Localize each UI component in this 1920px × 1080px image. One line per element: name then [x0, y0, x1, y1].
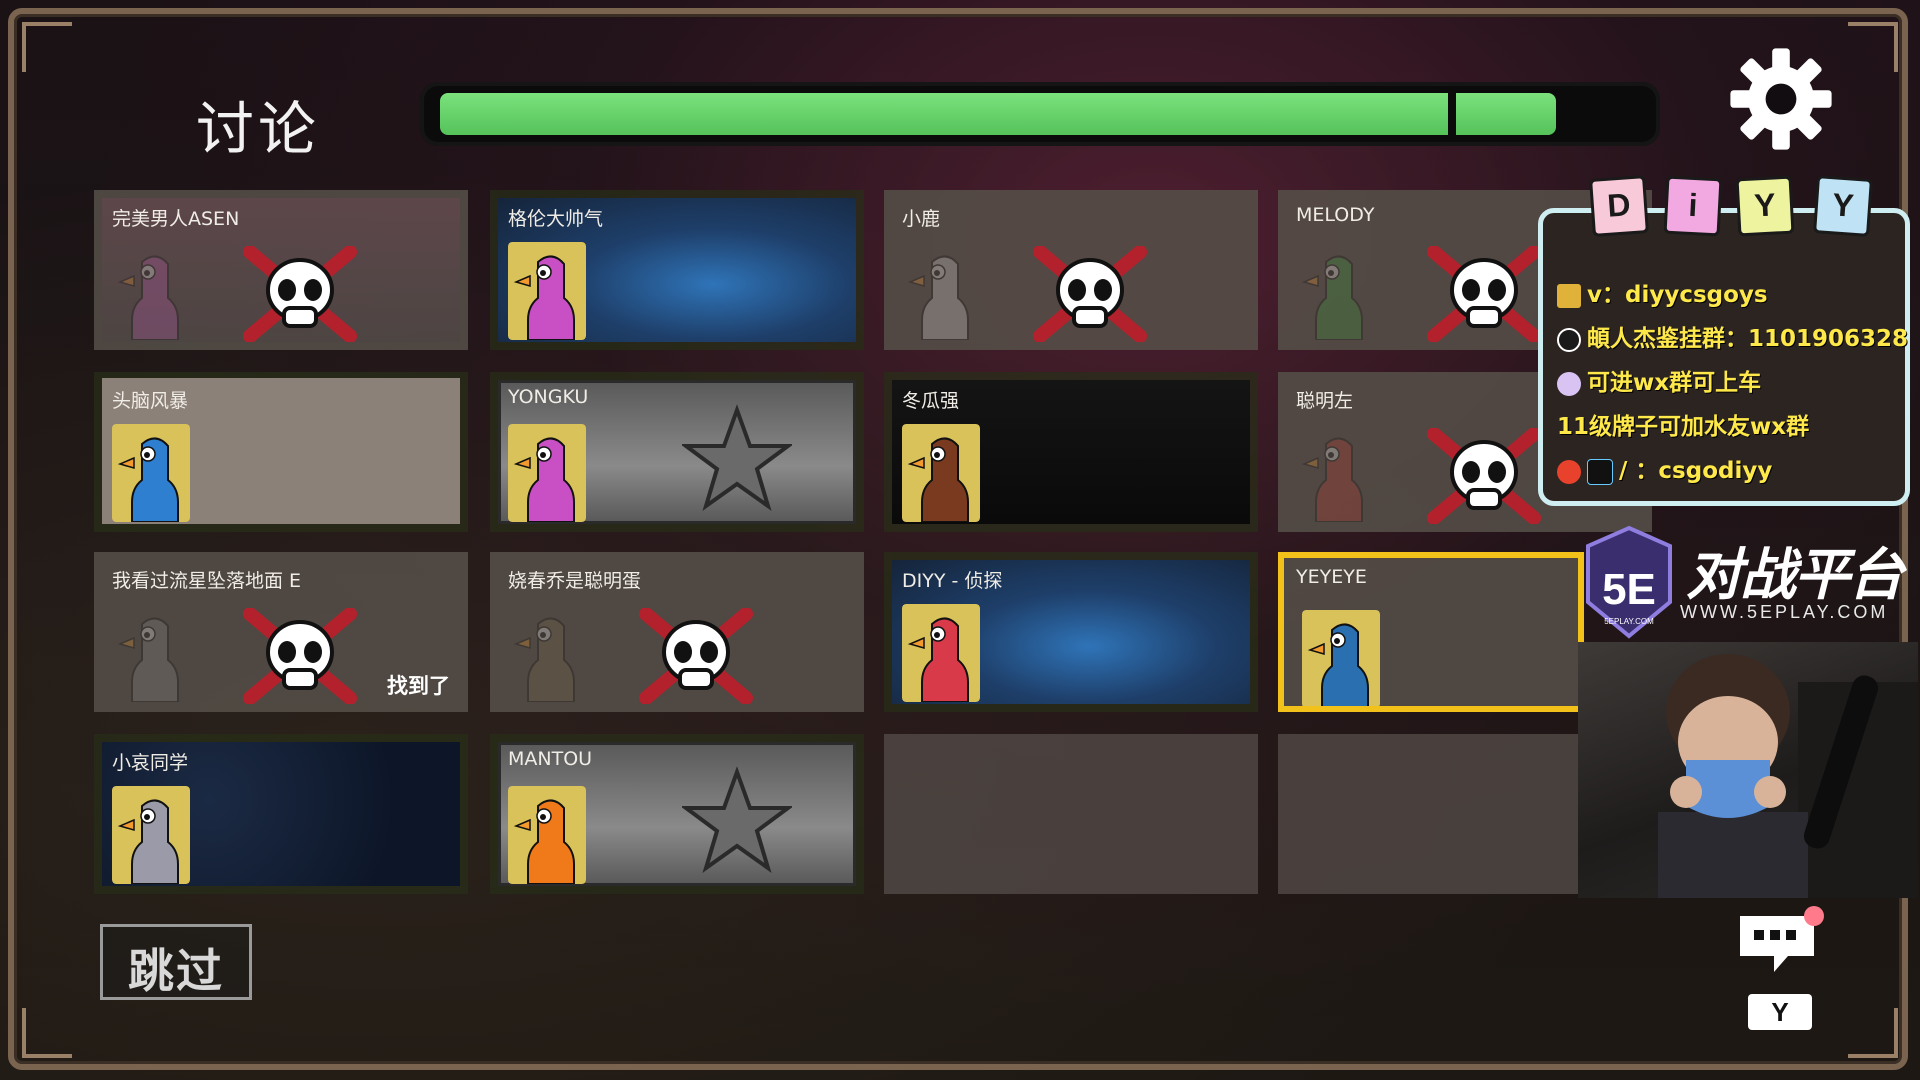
player-name: 格伦大帅气	[508, 208, 604, 230]
level-badge-line: 11级牌子可加水友wx群	[1557, 414, 1810, 440]
player-card[interactable]: 头脑风暴	[94, 372, 468, 532]
player-name: 头脑风暴	[112, 390, 189, 412]
webcam-feed	[1578, 642, 1918, 898]
player-name: 娆春乔是聪明蛋	[508, 570, 642, 592]
wx-group-line: 可进wx群可上车	[1587, 370, 1762, 396]
goose-avatar	[508, 786, 586, 884]
goose-avatar	[902, 604, 980, 702]
player-card[interactable]: MANTOU	[490, 734, 864, 894]
game-screen: { "header": { "title": "讨论", "timer_prog…	[0, 0, 1920, 1080]
vote-star-icon	[682, 766, 792, 873]
logo-5e-subtext: 5EPLAY.COM	[1604, 617, 1654, 626]
overlay-tag: D	[1589, 175, 1649, 237]
dead-skull-icon	[1427, 428, 1541, 524]
5eplay-logo: 5E 5EPLAY.COM	[1586, 525, 1672, 639]
goose-avatar	[112, 424, 190, 522]
player-card-self[interactable]: YEYEYE	[1278, 552, 1584, 712]
player-card[interactable]: YONGKU	[490, 372, 864, 532]
goose-avatar	[508, 242, 586, 340]
player-name: MANTOU	[508, 748, 593, 770]
player-card[interactable]: 小哀同学	[94, 734, 468, 894]
overlay-tag: Y	[1735, 175, 1795, 237]
chat-hotkey-hint: Y	[1748, 994, 1812, 1030]
player-name: YEYEYE	[1296, 566, 1367, 588]
goose-avatar	[1302, 610, 1380, 706]
logo-5e-text: 5E	[1602, 565, 1656, 614]
player-card[interactable]: 格伦大帅气	[490, 190, 864, 350]
player-card[interactable]: 我看过流星坠落地面 E 找到了	[94, 552, 468, 712]
wechat-line: v：diyycsgoys	[1587, 282, 1768, 308]
chat-icon[interactable]	[1734, 906, 1828, 978]
player-name: 小哀同学	[112, 752, 189, 774]
skip-label: 跳过	[128, 944, 224, 998]
player-card[interactable]: 完美男人ASEN	[94, 190, 468, 350]
key-icon	[1557, 283, 1581, 308]
goose-avatar	[508, 424, 586, 522]
platform-title: 对战平台	[1686, 543, 1904, 608]
frame-corner-ornament	[22, 1008, 72, 1058]
goose-avatar	[513, 617, 575, 702]
badge-icon	[1557, 371, 1581, 396]
gear-icon[interactable]	[1726, 44, 1836, 154]
player-card[interactable]: 冬瓜强	[884, 372, 1258, 532]
dead-skull-icon	[243, 246, 357, 342]
page-title: 讨论	[196, 95, 321, 163]
goose-avatar	[1301, 437, 1363, 522]
player-card[interactable]: 小鹿	[884, 190, 1258, 350]
discussion-timer-fill	[440, 93, 1556, 135]
overlay-tag: i	[1663, 175, 1723, 237]
goose-avatar	[902, 424, 980, 522]
found-body-label: 找到了	[387, 674, 450, 698]
social-line: / ：csgodiyy	[1619, 458, 1773, 484]
player-name: YONGKU	[508, 386, 589, 408]
qq-icon	[1557, 327, 1581, 352]
goose-avatar	[907, 255, 969, 340]
vote-star-icon	[682, 404, 792, 511]
goose-avatar	[1301, 255, 1363, 340]
dead-skull-icon	[1033, 246, 1147, 342]
empty-slot	[1278, 734, 1584, 894]
weibo-icon	[1557, 459, 1581, 484]
goose-avatar	[112, 786, 190, 884]
goose-avatar	[117, 617, 179, 702]
overlay-tag: Y	[1813, 175, 1873, 237]
tiktok-icon	[1587, 458, 1613, 485]
player-name: DIYY - 侦探	[902, 570, 1003, 592]
empty-slot	[884, 734, 1258, 894]
player-card[interactable]: 娆春乔是聪明蛋	[490, 552, 864, 712]
dead-skull-icon	[1427, 246, 1541, 342]
player-name: 完美男人ASEN	[112, 208, 240, 230]
player-name: 小鹿	[902, 208, 941, 230]
player-name: MELODY	[1296, 204, 1375, 226]
dead-skull-icon	[243, 608, 357, 704]
skip-vote-button[interactable]: 跳过	[100, 924, 252, 1000]
goose-avatar	[117, 255, 179, 340]
timer-divider	[1448, 90, 1456, 138]
frame-corner-ornament	[1848, 1008, 1898, 1058]
webcam-image	[1658, 654, 1918, 898]
streamer-info-panel: D i Y Y v：diyycsgoys 頔人杰鉴挂群：1101906328 可…	[1538, 175, 1910, 506]
dead-skull-icon	[639, 608, 753, 704]
player-card[interactable]: DIYY - 侦探	[884, 552, 1258, 712]
player-name: 我看过流星坠落地面 E	[112, 570, 302, 592]
qq-group-line: 頔人杰鉴挂群：1101906328	[1587, 326, 1909, 352]
frame-corner-ornament	[22, 22, 72, 72]
frame-corner-ornament	[1848, 22, 1898, 72]
player-name: 冬瓜强	[902, 390, 960, 412]
platform-url: WWW.5EPLAY.COM	[1680, 602, 1889, 622]
player-name: 聪明左	[1296, 390, 1354, 412]
